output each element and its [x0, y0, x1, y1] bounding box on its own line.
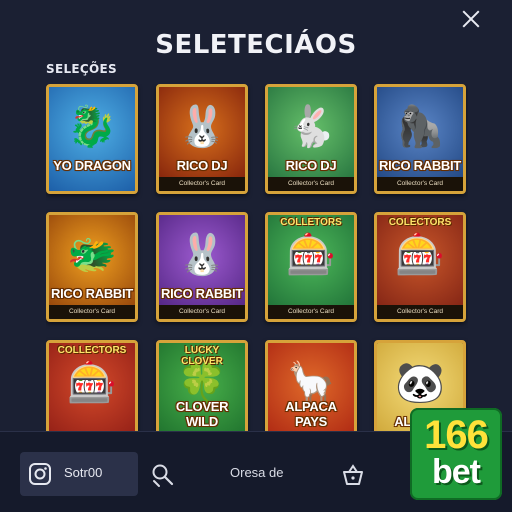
card-banner: COLLETORS: [280, 217, 342, 228]
game-card-subtitle: Collector's Card: [377, 305, 463, 319]
game-card[interactable]: 🐰 RICO DJ Collector's Card: [156, 84, 248, 194]
slot-machine-icon: 🎰: [67, 360, 117, 406]
user-account-button[interactable]: Sotr00: [20, 452, 138, 496]
game-card[interactable]: 🍀CLOVER WILDCollector's CardLUCKY CLOVER: [156, 340, 248, 432]
dragon-icon: 🐲: [67, 232, 117, 278]
brand-number: 166: [424, 413, 489, 457]
game-card[interactable]: 🎰 Collector's Card COLECTORS: [374, 212, 466, 322]
slot-machine-icon: 🎰: [395, 232, 445, 278]
game-card-title: RICO RABBIT: [379, 158, 461, 173]
game-card-title: ALPACA PAYS: [285, 399, 337, 429]
search-icon[interactable]: [150, 462, 176, 488]
game-card[interactable]: 🦙ALPACA PAYSCollector's Card: [265, 340, 357, 432]
rabbit-icon: 🐰: [177, 232, 227, 278]
game-card-subtitle: Collector's Card: [268, 177, 354, 191]
game-card[interactable]: 🐰 RICO RABBIT Collector's Card: [156, 212, 248, 322]
section-label: SELEÇÕES: [46, 62, 117, 76]
brand-logo: 166 bet: [410, 408, 502, 500]
game-card-subtitle: Collector's Card: [159, 305, 245, 319]
rabbit-icon: 🐰: [177, 104, 227, 150]
card-banner: COLLECTORS: [57, 345, 127, 356]
game-card-subtitle: Collector's Card: [377, 177, 463, 191]
game-card-title: RICO RABBIT: [51, 286, 133, 301]
card-banner: COLECTORS: [388, 217, 452, 228]
instagram-icon: [29, 463, 51, 485]
game-card-subtitle: Collector's Card: [268, 305, 354, 319]
game-card-title: RICO DJ: [176, 158, 228, 173]
game-card[interactable]: 🐲 RICO RABBIT Collector's Card: [46, 212, 138, 322]
dragon-icon: 🐉: [67, 104, 117, 150]
nav-item-label[interactable]: Oresa de: [230, 465, 283, 480]
game-card-title: RICO DJ: [285, 158, 337, 173]
game-card-title: RICO RABBIT: [161, 286, 243, 301]
basket-icon[interactable]: [340, 462, 366, 488]
close-button[interactable]: [460, 8, 482, 30]
game-grid: 🐉 YO DRAGON 🐰 RICO DJ Collector's Card 🐇 RICO …: [46, 84, 468, 432]
game-card[interactable]: 🐇 RICO DJ Collector's Card: [265, 84, 357, 194]
page-title: SELETECIÁOS: [155, 30, 357, 60]
slot-machine-icon: 🎰: [286, 232, 336, 278]
game-card-subtitle: Collector's Card: [49, 305, 135, 319]
panda-icon: 🐼: [395, 360, 445, 406]
rabbit-icon: 🐇: [286, 104, 336, 150]
game-card[interactable]: 🎰Collector's CardCOLLECTORS: [46, 340, 138, 432]
username-label: Sotr00: [64, 465, 103, 480]
game-card[interactable]: 🎰 Collector's Card COLLETORS: [265, 212, 357, 322]
game-card-title: YO DRAGON: [53, 158, 131, 173]
game-card-subtitle: Collector's Card: [159, 177, 245, 191]
game-card[interactable]: 🦍 RICO RABBIT Collector's Card: [374, 84, 466, 194]
game-card-title: CLOVER WILD: [175, 399, 229, 429]
card-banner: LUCKY CLOVER: [181, 345, 223, 367]
gorilla-icon: 🦍: [395, 104, 445, 150]
brand-word: bet: [432, 453, 481, 491]
game-card[interactable]: 🐉 YO DRAGON: [46, 84, 138, 194]
